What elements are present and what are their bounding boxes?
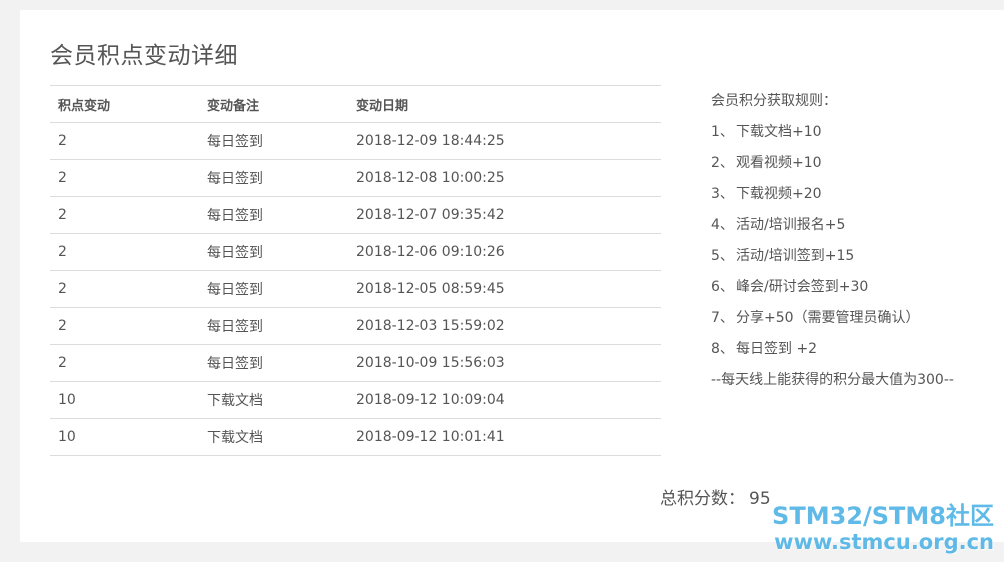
cell-points: 2: [50, 270, 199, 308]
rule-text: 活动/培训签到+15: [736, 248, 855, 264]
rule-number: 7、: [711, 310, 734, 326]
column-header-note: 变动备注: [199, 85, 348, 123]
column-header-date: 变动日期: [348, 85, 661, 123]
cell-date: 2018-10-09 15:56:03: [348, 344, 661, 382]
rule-text: 峰会/研讨会签到+30: [736, 279, 869, 295]
table-row: 10 下载文档 2018-09-12 10:09:04: [50, 381, 661, 419]
cell-note: 每日签到: [199, 233, 348, 271]
rule-number: 8、: [711, 341, 734, 357]
rule-text: 每日签到 +2: [736, 341, 818, 357]
rules-note: --每天线上能获得的积分最大值为300--: [711, 372, 954, 388]
total-value: 95: [749, 489, 771, 509]
cell-points: 10: [50, 381, 199, 419]
rule-text: 观看视频+10: [736, 155, 822, 171]
table-row: 2 每日签到 2018-12-05 08:59:45: [50, 270, 661, 308]
rule-item: 3、 下载视频+20: [711, 183, 1001, 214]
cell-note: 每日签到: [199, 270, 348, 308]
table-header-row: 积点变动 变动备注 变动日期: [50, 85, 661, 123]
cell-date: 2018-12-09 18:44:25: [348, 122, 661, 160]
cell-note: 每日签到: [199, 307, 348, 345]
rule-number: 4、: [711, 217, 734, 233]
table-row: 10 下载文档 2018-09-12 10:01:41: [50, 418, 661, 456]
cell-date: 2018-12-03 15:59:02: [348, 307, 661, 345]
cell-date: 2018-12-07 09:35:42: [348, 196, 661, 234]
cell-note: 下载文档: [199, 381, 348, 419]
cell-points: 2: [50, 159, 199, 197]
cell-note: 每日签到: [199, 122, 348, 160]
cell-date: 2018-12-06 09:10:26: [348, 233, 661, 271]
rule-text: 下载视频+20: [736, 186, 822, 202]
cell-note: 每日签到: [199, 159, 348, 197]
rule-item: 5、 活动/培训签到+15: [711, 245, 1001, 276]
site-watermark: STM32/STM8社区 www.stmcu.org.cn: [772, 502, 994, 554]
cell-date: 2018-12-05 08:59:45: [348, 270, 661, 308]
rule-item: 4、 活动/培训报名+5: [711, 214, 1001, 245]
column-header-points: 积点变动: [50, 85, 199, 123]
rules-list: 1、 下载文档+10 2、 观看视频+10 3、 下载视频+20 4、 活动/培训报名+…: [711, 121, 1001, 369]
cell-note: 下载文档: [199, 418, 348, 456]
points-rules: 会员积分获取规则： 1、 下载文档+10 2、 观看视频+10 3、 下载视频+20 …: [711, 90, 1001, 391]
rule-item: 7、 分享+50（需要管理员确认）: [711, 307, 1001, 338]
rule-number: 3、: [711, 186, 734, 202]
cell-points: 2: [50, 196, 199, 234]
total-label: 总积分数：: [660, 489, 745, 509]
cell-points: 2: [50, 344, 199, 382]
page-title: 会员积点变动详细: [50, 43, 238, 69]
cell-date: 2018-12-08 10:00:25: [348, 159, 661, 197]
table-row: 2 每日签到 2018-12-08 10:00:25: [50, 159, 661, 197]
table-row: 2 每日签到 2018-10-09 15:56:03: [50, 344, 661, 382]
table-row: 2 每日签到 2018-12-03 15:59:02: [50, 307, 661, 345]
cell-points: 2: [50, 233, 199, 271]
cell-points: 2: [50, 307, 199, 345]
cell-date: 2018-09-12 10:09:04: [348, 381, 661, 419]
rule-number: 2、: [711, 155, 734, 171]
cell-note: 每日签到: [199, 196, 348, 234]
rule-item: 1、 下载文档+10: [711, 121, 1001, 152]
rule-text: 下载文档+10: [736, 124, 822, 140]
content-panel: 会员积点变动详细 积点变动 变动备注 变动日期 2 每日签到 2018-12-0…: [20, 10, 1004, 542]
rules-title: 会员积分获取规则：: [711, 93, 837, 109]
rule-item: 6、 峰会/研讨会签到+30: [711, 276, 1001, 307]
points-table: 积点变动 变动备注 变动日期 2 每日签到 2018-12-09 18:44:2…: [50, 85, 661, 456]
cell-points: 10: [50, 418, 199, 456]
table-row: 2 每日签到 2018-12-09 18:44:25: [50, 122, 661, 160]
rule-text: 分享+50（需要管理员确认）: [736, 310, 920, 326]
cell-date: 2018-09-12 10:01:41: [348, 418, 661, 456]
table-row: 2 每日签到 2018-12-06 09:10:26: [50, 233, 661, 271]
cell-points: 2: [50, 122, 199, 160]
watermark-site-url: www.stmcu.org.cn: [774, 530, 994, 554]
total-points: 总积分数： 95: [660, 484, 771, 509]
rule-item: 8、 每日签到 +2: [711, 338, 1001, 369]
watermark-site-name: STM32/STM8社区: [772, 502, 994, 530]
rule-item: 2、 观看视频+10: [711, 152, 1001, 183]
rule-number: 5、: [711, 248, 734, 264]
cell-note: 每日签到: [199, 344, 348, 382]
rule-number: 1、: [711, 124, 734, 140]
rule-text: 活动/培训报名+5: [736, 217, 846, 233]
table-row: 2 每日签到 2018-12-07 09:35:42: [50, 196, 661, 234]
rule-number: 6、: [711, 279, 734, 295]
